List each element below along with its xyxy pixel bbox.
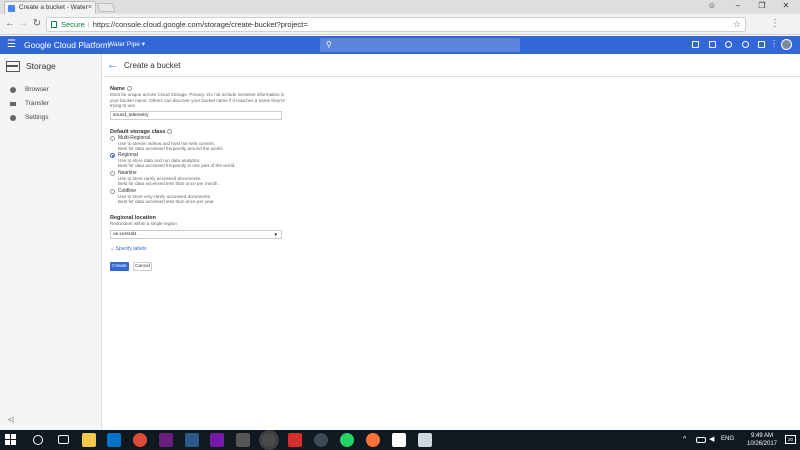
new-tab-button[interactable] [96, 3, 116, 12]
outlook-icon[interactable] [107, 433, 121, 447]
hamburger-menu-icon[interactable]: ☰ [7, 39, 16, 51]
tray-arrow-icon[interactable]: ^ [683, 433, 697, 447]
help-icon[interactable] [742, 41, 749, 48]
more-vert-icon[interactable]: ⋮ [770, 39, 778, 48]
browser-icon [10, 87, 16, 93]
radio-coldline[interactable] [110, 189, 115, 194]
bucket-name-input[interactable]: sound_telemetry [110, 111, 282, 120]
sidebar-item-label: Browser [25, 86, 49, 93]
browser-toolbar: ← → ↻ Secure | https://console.cloud.googl… [0, 14, 800, 35]
sidebar-item-label: Settings [25, 114, 49, 121]
page-title: Create a bucket [124, 61, 181, 70]
app-icon[interactable] [185, 433, 199, 447]
search-bar[interactable]: ⚲ [320, 38, 520, 52]
movies-icon[interactable] [392, 433, 406, 447]
gcp-brand[interactable]: Google Cloud Platform [24, 39, 110, 51]
storage-icon [6, 61, 20, 72]
task-view-icon[interactable] [58, 435, 69, 444]
close-tab-icon[interactable]: × [88, 2, 92, 14]
settings-icon[interactable] [236, 433, 250, 447]
radio-nearline[interactable] [110, 171, 115, 176]
create-button[interactable]: Create [110, 262, 129, 271]
collapse-nav-icon[interactable]: <| [8, 417, 14, 424]
browser-tab[interactable]: Create a bucket - Water × [4, 1, 96, 14]
tab-strip: Create a bucket - Water × ☺ – ❐ ✕ [0, 0, 800, 14]
project-selector[interactable]: Water Pipe ▾ [108, 40, 145, 50]
help-circle-icon[interactable] [167, 129, 173, 135]
sidebar-item-transfer[interactable]: Transfer [0, 97, 102, 111]
file-explorer-icon[interactable] [82, 433, 96, 447]
menu-dots-icon[interactable]: ⋮ [768, 16, 782, 32]
gcp-favicon-icon [8, 5, 15, 12]
apps-icon[interactable] [692, 41, 699, 48]
chevron-down-icon: ⌄ [110, 246, 115, 252]
language-indicator[interactable]: ENG [721, 436, 734, 442]
clock-time: 9:49 AM [750, 433, 773, 439]
minimize-icon[interactable]: – [726, 0, 750, 12]
location-select[interactable]: us-central1 ▼ [110, 230, 282, 239]
clock[interactable]: 9:49 AM 10/26/2017 [742, 432, 782, 448]
bookmark-star-icon[interactable]: ☆ [733, 18, 741, 31]
windows-start-icon[interactable] [5, 434, 16, 445]
chat-icon[interactable] [725, 41, 732, 48]
ink-icon[interactable] [314, 433, 328, 447]
url-text: https://console.cloud.google.com/storage… [92, 20, 308, 29]
back-arrow-icon[interactable]: ← [107, 59, 118, 71]
onenote-icon[interactable] [210, 433, 224, 447]
notifications-icon[interactable] [758, 41, 765, 48]
photos-icon[interactable] [418, 433, 432, 447]
whatsapp-icon[interactable] [340, 433, 354, 447]
option-desc: Best for data accessed frequently around… [118, 146, 223, 151]
sidebar-item-browser[interactable]: Browser [0, 83, 102, 97]
lock-icon [51, 21, 57, 28]
settings-icon [10, 115, 16, 121]
close-window-icon[interactable]: ✕ [774, 0, 798, 12]
tab-title: Create a bucket - Water [19, 4, 88, 11]
notification-center-icon[interactable]: 20 [785, 435, 796, 444]
search-icon: ⚲ [326, 40, 332, 49]
back-arrow-icon[interactable]: ← [3, 16, 17, 32]
location-value: us-central1 [113, 232, 137, 237]
firefox-icon[interactable] [366, 433, 380, 447]
avatar[interactable] [781, 39, 792, 50]
transfer-icon [10, 102, 16, 106]
taskbar: ^ ◀ ENG 9:49 AM 10/26/2017 20 [0, 430, 800, 450]
chrome-icon[interactable] [133, 433, 147, 447]
radio-regional[interactable] [110, 153, 115, 158]
name-description: Must be unique across Cloud Storage. Pri… [110, 92, 286, 108]
sidebar-item-settings[interactable]: Settings [0, 111, 102, 125]
cloud-shell-icon[interactable] [709, 41, 716, 48]
visual-studio-icon[interactable] [159, 433, 173, 447]
cancel-button[interactable]: Cancel [133, 262, 152, 271]
radio-multi-regional[interactable] [110, 136, 115, 141]
chrome-active-icon[interactable] [262, 433, 276, 447]
address-bar[interactable]: Secure | https://console.cloud.google.com/… [46, 17, 746, 32]
specify-labels-link[interactable]: ⌄ Specify labels [110, 246, 146, 252]
acrobat-icon[interactable] [288, 433, 302, 447]
option-desc: Best for data accessed frequently in one… [118, 163, 236, 168]
dropdown-caret-icon: ▼ [273, 232, 278, 237]
left-navigation: Storage Browser Transfer Settings <| [0, 54, 102, 430]
location-description: Redundant within a single region [110, 221, 177, 226]
reload-icon[interactable]: ↻ [30, 16, 44, 32]
sidebar-item-label: Transfer [25, 100, 49, 107]
help-circle-icon[interactable] [126, 86, 132, 92]
option-desc: Best for data accessed less than once pe… [118, 199, 215, 204]
clock-date: 10/26/2017 [746, 441, 778, 447]
nav-title: Storage [26, 61, 56, 71]
battery-icon[interactable] [696, 437, 706, 443]
forward-arrow-icon[interactable]: → [16, 16, 30, 32]
person-icon[interactable]: ☺ [700, 0, 724, 12]
restore-icon[interactable]: ❐ [750, 0, 774, 12]
divider [103, 76, 800, 77]
gcp-header: ☰ Google Cloud Platform Water Pipe ▾ ⚲ ⋮ [0, 36, 800, 54]
secure-label: Secure [61, 20, 85, 29]
option-desc: Best for data accessed less than once pe… [118, 181, 219, 186]
main-content: ← Create a bucket Name Must be unique ac… [103, 54, 800, 430]
search-icon[interactable] [33, 435, 43, 445]
